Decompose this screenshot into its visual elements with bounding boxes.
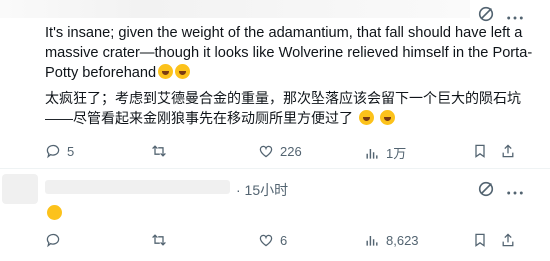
like-count: 226 <box>280 143 302 159</box>
bookmark-icon <box>475 233 485 247</box>
tweet-text: It's insane; given the weight of the ada… <box>45 23 535 83</box>
retweet-button[interactable] <box>151 232 167 248</box>
reply-icon <box>46 233 60 248</box>
tweet-translation: 太疯狂了；考虑到艾德曼合金的重量，那次坠落应该会留下一个巨大的陨石坑 ——尽管看… <box>45 88 545 128</box>
view-count: 8,623 <box>386 232 419 248</box>
view-count: 1万 <box>386 146 407 161</box>
translation-line: 太疯狂了；考虑到艾德曼合金的重量，那次坠落应该会留下一个巨大的陨石坑 <box>45 90 521 106</box>
like-count: 6 <box>280 232 288 248</box>
views-button[interactable]: 1万 <box>364 143 406 162</box>
bookmark-icon <box>475 144 485 158</box>
rolling-laughing-emoji <box>359 110 374 125</box>
retweet-icon <box>152 234 166 246</box>
blurred-header <box>0 0 470 18</box>
tweet-line: Potty beforehand <box>45 63 535 83</box>
tweet-line-text: Potty beforehand <box>45 65 157 81</box>
reply-button[interactable] <box>45 232 61 248</box>
like-button[interactable]: 226 <box>258 143 302 159</box>
views-button[interactable]: 8,623 <box>364 232 419 248</box>
rolling-laughing-emoji <box>47 205 62 220</box>
retweet-icon <box>152 145 166 157</box>
share-button[interactable] <box>500 232 516 248</box>
share-icon <box>502 233 514 247</box>
rolling-laughing-emoji <box>380 110 395 125</box>
grok-icon[interactable] <box>477 5 495 23</box>
rolling-laughing-emoji <box>175 64 191 79</box>
share-button[interactable] <box>500 143 516 159</box>
like-button[interactable]: 6 <box>258 232 287 248</box>
more-icon[interactable] <box>504 185 526 203</box>
heart-icon <box>259 234 273 247</box>
views-icon <box>366 148 378 159</box>
reply-icon <box>46 144 60 159</box>
bookmark-button[interactable] <box>472 143 488 159</box>
avatar[interactable] <box>2 174 38 204</box>
retweet-button[interactable] <box>151 143 167 159</box>
translation-line-text: ——尽管看起来金刚狼事先在移动厕所里方便过了 <box>45 110 353 126</box>
reply-button[interactable]: 5 <box>45 143 74 159</box>
bookmark-button[interactable] <box>472 232 488 248</box>
grok-icon[interactable] <box>477 180 495 198</box>
tweet-time[interactable]: · 15小时 <box>236 180 288 200</box>
heart-icon <box>259 145 273 158</box>
tweet-line: It's insane; given the weight of the ada… <box>45 25 523 41</box>
user-name-blurred[interactable] <box>45 180 230 194</box>
reply-count: 5 <box>67 143 75 159</box>
views-icon <box>366 236 378 246</box>
share-icon <box>502 144 514 158</box>
translation-line: ——尽管看起来金刚狼事先在移动厕所里方便过了 <box>45 108 545 128</box>
rolling-laughing-emoji <box>158 64 174 79</box>
tweet-divider <box>0 168 550 169</box>
tweet-line: massive crater—though it looks like Wolv… <box>45 45 533 61</box>
